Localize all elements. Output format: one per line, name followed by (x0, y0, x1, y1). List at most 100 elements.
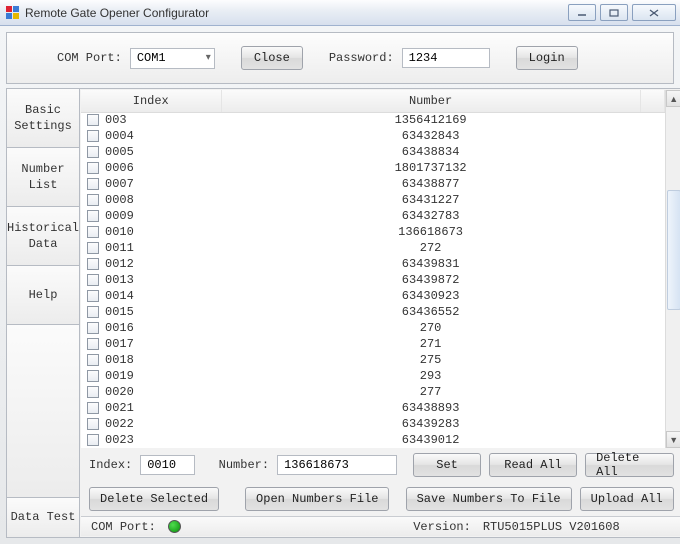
row-checkbox[interactable] (87, 370, 99, 382)
table-row[interactable]: 002263439283 (81, 416, 664, 432)
row-checkbox[interactable] (87, 130, 99, 142)
sidebar-item-basic[interactable]: Basic Settings (6, 88, 79, 148)
table-row[interactable]: 000463432843 (81, 128, 664, 144)
table-row[interactable]: 0018275 (81, 352, 664, 368)
maximize-icon[interactable] (600, 4, 628, 21)
row-index: 0018 (105, 353, 134, 367)
table-row[interactable]: 001363439872 (81, 272, 664, 288)
row-checkbox[interactable] (87, 162, 99, 174)
sidebar-item-help[interactable]: Help (6, 265, 79, 325)
row-checkbox[interactable] (87, 338, 99, 350)
row-index: 0017 (105, 337, 134, 351)
table-row[interactable]: 002163438893 (81, 400, 664, 416)
col-number[interactable]: Number (221, 90, 640, 112)
row-checkbox[interactable] (87, 114, 99, 126)
row-number: 63436552 (221, 304, 640, 320)
chevron-down-icon: ▾ (206, 52, 211, 64)
com-led-icon (168, 520, 181, 533)
index-input[interactable] (140, 455, 195, 475)
row-checkbox[interactable] (87, 434, 99, 446)
vertical-scrollbar[interactable]: ▲ ▼ (665, 90, 680, 448)
table-row[interactable]: 0020277 (81, 384, 664, 400)
minimize-icon[interactable] (568, 4, 596, 21)
number-table: Index Number 003135641216900046343284300… (81, 90, 665, 448)
table-row[interactable]: 000763438877 (81, 176, 664, 192)
row-checkbox[interactable] (87, 210, 99, 222)
table-row[interactable]: 000563438834 (81, 144, 664, 160)
table-row[interactable]: 0031356412169 (81, 112, 664, 128)
close-icon[interactable] (632, 4, 676, 21)
delete-selected-button[interactable]: Delete Selected (89, 487, 219, 511)
number-table-wrap: Index Number 003135641216900046343284300… (81, 90, 680, 448)
table-row[interactable]: 0011 272 (81, 240, 664, 256)
main-panel: Index Number 003135641216900046343284300… (79, 88, 680, 538)
scroll-thumb[interactable] (667, 190, 680, 310)
row-checkbox[interactable] (87, 418, 99, 430)
row-checkbox[interactable] (87, 146, 99, 158)
table-row[interactable]: 0016270 (81, 320, 664, 336)
table-row[interactable]: 002363439012 (81, 432, 664, 448)
row-index: 0005 (105, 145, 134, 159)
table-row[interactable]: 000863431227 (81, 192, 664, 208)
row-checkbox[interactable] (87, 258, 99, 270)
com-port-label: COM Port: (57, 51, 122, 65)
open-file-button[interactable]: Open Numbers File (245, 487, 389, 511)
row-index: 0011 (105, 241, 134, 255)
version-label: Version: (413, 520, 471, 534)
row-checkbox[interactable] (87, 306, 99, 318)
row-checkbox[interactable] (87, 274, 99, 286)
row-checkbox[interactable] (87, 354, 99, 366)
close-button[interactable]: Close (241, 46, 303, 70)
sidebar-item-numbers[interactable]: Number List (6, 147, 79, 207)
row-checkbox[interactable] (87, 242, 99, 254)
table-row[interactable]: 0015 63436552 (81, 304, 664, 320)
row-checkbox[interactable] (87, 194, 99, 206)
scroll-up-icon[interactable]: ▲ (666, 90, 680, 107)
password-field[interactable] (402, 48, 490, 68)
sidebar-item-history[interactable]: Historical Data (6, 206, 79, 266)
row-index: 0015 (105, 305, 134, 319)
table-row[interactable]: 0019293 (81, 368, 664, 384)
table-row[interactable]: 0009 63432783 (81, 208, 664, 224)
row-number: 63432783 (221, 208, 640, 224)
row-checkbox[interactable] (87, 322, 99, 334)
row-number: 63438893 (221, 400, 640, 416)
row-checkbox[interactable] (87, 386, 99, 398)
row-checkbox[interactable] (87, 226, 99, 238)
table-row[interactable]: 0017 271 (81, 336, 664, 352)
delete-all-button[interactable]: Delete All (585, 453, 674, 477)
app-icon (6, 6, 20, 20)
number-label: Number: (219, 458, 269, 472)
table-row[interactable]: 0006 1801737132 (81, 160, 664, 176)
scroll-down-icon[interactable]: ▼ (666, 431, 680, 448)
upload-all-button[interactable]: Upload All (580, 487, 674, 511)
row-number: 63438877 (221, 176, 640, 192)
row-checkbox[interactable] (87, 178, 99, 190)
com-port-combo[interactable]: COM1 ▾ (130, 48, 215, 69)
row-number: 1801737132 (221, 160, 640, 176)
row-number: 63430923 (221, 288, 640, 304)
row-number: 272 (221, 240, 640, 256)
row-number: 271 (221, 336, 640, 352)
row-index: 0006 (105, 161, 134, 175)
row-index: 0014 (105, 289, 134, 303)
save-file-button[interactable]: Save Numbers To File (406, 487, 572, 511)
read-all-button[interactable]: Read All (489, 453, 577, 477)
table-row[interactable]: 0010136618673 (81, 224, 664, 240)
index-label: Index: (89, 458, 132, 472)
row-index: 0009 (105, 209, 134, 223)
com-port-value: COM1 (137, 51, 166, 65)
login-button[interactable]: Login (516, 46, 578, 70)
version-value: RTU5015PLUS V201608 (483, 520, 620, 534)
row-number: 1356412169 (221, 112, 640, 128)
row-checkbox[interactable] (87, 290, 99, 302)
table-row[interactable]: 0014 63430923 (81, 288, 664, 304)
row-checkbox[interactable] (87, 402, 99, 414)
row-index: 0023 (105, 433, 134, 447)
col-index[interactable]: Index (81, 90, 221, 112)
set-button[interactable]: Set (413, 453, 481, 477)
sidebar-item-datatest[interactable]: Data Test (6, 498, 79, 538)
table-row[interactable]: 001263439831 (81, 256, 664, 272)
number-input[interactable] (277, 455, 397, 475)
row-index: 0022 (105, 417, 134, 431)
